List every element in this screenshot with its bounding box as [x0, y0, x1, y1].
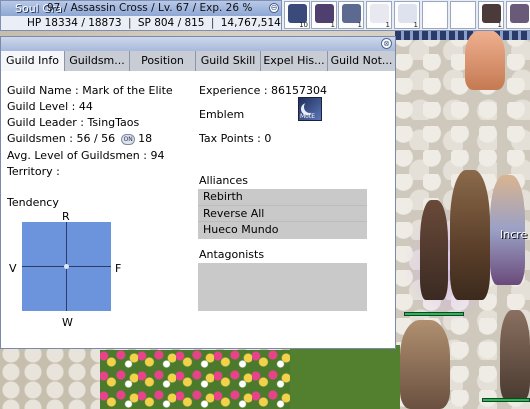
hotkey-slot[interactable]	[450, 1, 476, 29]
hp-value: 18334 / 18873	[44, 17, 122, 29]
empty-slot-icon	[426, 4, 445, 23]
territory: Territory :	[7, 165, 60, 178]
antagonists-list[interactable]	[198, 263, 367, 311]
hotkey-slot[interactable]: 1	[478, 1, 504, 29]
antagonists-label: Antagonists	[199, 248, 265, 261]
tax-points: Tax Points : 0	[199, 132, 272, 145]
hotkey-count: 1	[385, 21, 390, 29]
separator: |	[210, 17, 215, 29]
average-level: Avg. Level of Guildsmen : 94	[7, 149, 165, 162]
sp-label: SP	[137, 17, 151, 29]
hotkey-count: 1	[330, 21, 335, 29]
emblem-label: Emblem	[199, 108, 245, 121]
hotkey-slot[interactable]	[506, 1, 530, 29]
hp-bar	[404, 312, 464, 316]
hedge	[290, 345, 400, 409]
guild-level: Guild Level : 44	[7, 100, 93, 113]
online-count: 18	[138, 132, 153, 145]
online-icon: ON	[121, 133, 136, 145]
guild-tabs: Guild Info Guildsm... Position Guild Ski…	[1, 51, 395, 71]
tendency-bottom-label: W	[62, 316, 73, 329]
player-character[interactable]	[420, 200, 448, 300]
tab-guild-info[interactable]: Guild Info	[1, 51, 65, 71]
guild-leader: Guild Leader : TsingTaos	[7, 116, 140, 129]
hat-item-icon	[510, 4, 529, 23]
flower-bed	[100, 350, 290, 409]
hotkey-slot[interactable]: 10	[284, 1, 310, 29]
guild-window-titlebar[interactable]: ⊗	[1, 37, 395, 51]
fence	[395, 30, 530, 40]
tab-guildsmen[interactable]: Guildsm...	[65, 51, 130, 71]
minimize-icon[interactable]: ⊖	[269, 3, 279, 13]
tab-expel-history[interactable]: Expel His...	[261, 51, 328, 71]
separator: |	[127, 17, 132, 29]
hotkey-slot[interactable]: 1	[338, 1, 364, 29]
overhead-chat-text: Incre	[500, 228, 528, 241]
sp-value: 804 / 815	[154, 17, 205, 29]
hotkey-slot[interactable]: 1	[311, 1, 337, 29]
empty-slot-icon	[454, 4, 473, 23]
tendency-marker	[64, 264, 69, 269]
tab-guild-skill[interactable]: Guild Skill	[196, 51, 261, 71]
zeny-value: 14,767,514 Z	[220, 17, 292, 29]
guildsmen-count: Guildsmen : 56 / 56 ON 18	[7, 132, 152, 145]
alliances-label: Alliances	[199, 174, 248, 187]
player-character[interactable]	[450, 170, 490, 300]
alliances-list[interactable]: Rebirth Reverse All Hueco Mundo	[198, 189, 367, 239]
hotkey-count: 1	[357, 21, 362, 29]
guild-emblem: MotE	[298, 97, 322, 121]
tendency-left-label: V	[9, 262, 17, 275]
tendency-grid	[22, 222, 111, 311]
experience: Experience : 86157304	[199, 84, 328, 97]
status-stats-row: HP 18334 / 18873 | SP 804 / 815 | 14,767…	[1, 16, 291, 31]
basic-info-window[interactable]: Soul Gra 97 / Assassin Cross / Lv. 67 / …	[0, 0, 291, 31]
player-character[interactable]	[500, 310, 530, 400]
tendency-label: Tendency	[7, 196, 59, 209]
status-title-row[interactable]: Soul Gra 97 / Assassin Cross / Lv. 67 / …	[1, 1, 281, 16]
character-level-info: 97 / Assassin Cross / Lv. 67 / Exp. 26 %	[47, 2, 253, 14]
hotkey-slot[interactable]: 1	[366, 1, 392, 29]
hp-bar	[482, 398, 530, 402]
hotkey-count: 10	[299, 21, 308, 29]
tendency-right-label: F	[115, 262, 122, 275]
tab-guild-notice[interactable]: Guild Not...	[328, 51, 395, 71]
hp-label: HP	[27, 17, 42, 29]
hotkey-slot[interactable]: 1	[394, 1, 420, 29]
guild-window[interactable]: ⊗ Guild Info Guildsm... Position Guild S…	[0, 36, 396, 349]
tab-position[interactable]: Position	[130, 51, 196, 71]
moon-icon	[304, 101, 316, 113]
hotkey-count: 1	[413, 21, 418, 29]
guild-name: Guild Name : Mark of the Elite	[7, 84, 173, 97]
alliance-item[interactable]: Reverse All	[198, 205, 367, 221]
guildsmen-text: Guildsmen : 56 / 56	[7, 132, 116, 145]
hotkey-bar: 10 1 1 1 1 1	[282, 0, 530, 31]
player-character[interactable]	[465, 30, 505, 90]
alliance-item[interactable]: Hueco Mundo	[198, 221, 367, 237]
hotkey-count: 1	[497, 21, 502, 29]
player-character[interactable]	[400, 320, 450, 409]
hotkey-slot[interactable]	[422, 1, 448, 29]
alliance-item[interactable]: Rebirth	[198, 189, 367, 205]
emblem-text: MotE	[300, 113, 315, 120]
close-icon[interactable]: ⊗	[381, 38, 392, 49]
